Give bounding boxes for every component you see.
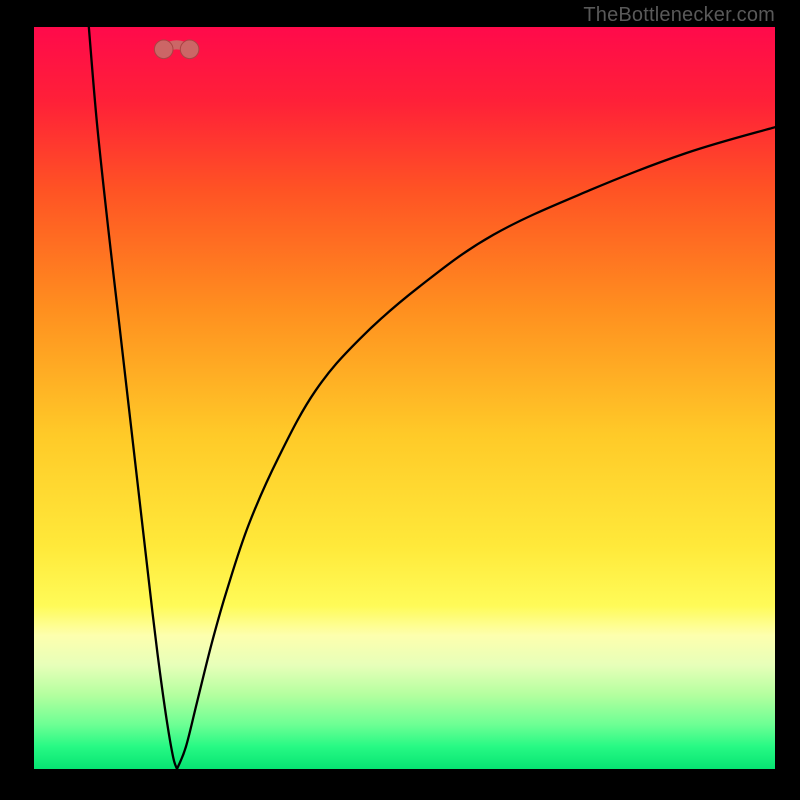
chart-svg (34, 27, 775, 769)
gradient-background (34, 27, 775, 769)
marker-dot (154, 40, 173, 59)
marker-dot (180, 40, 199, 59)
outer-frame: TheBottlenecker.com (0, 0, 800, 800)
watermark-text: TheBottlenecker.com (583, 4, 775, 27)
plot-area (34, 27, 775, 769)
